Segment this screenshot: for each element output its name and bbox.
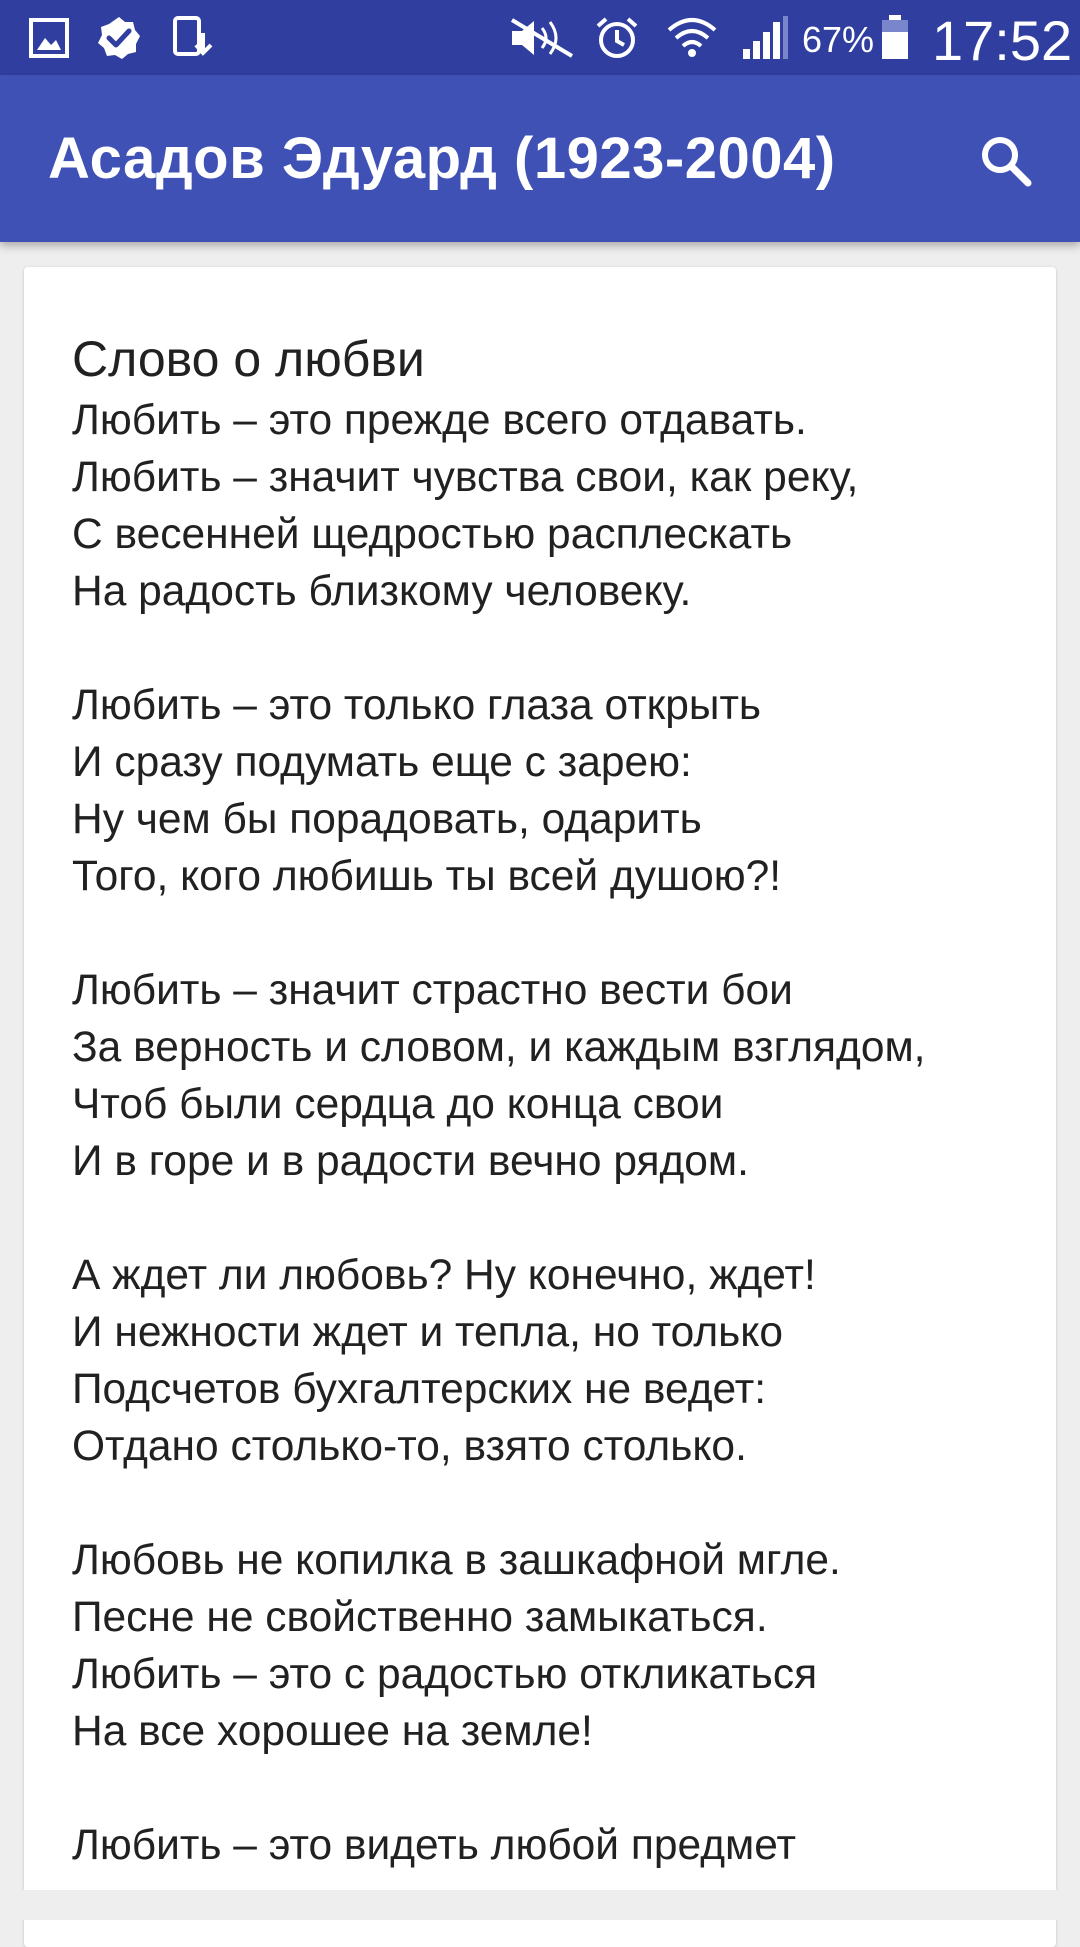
search-button[interactable] (970, 127, 1042, 199)
bottom-strip (0, 1890, 1080, 1920)
status-bar: 67% 17:52 (0, 0, 1080, 75)
app-title: Асадов Эдуард (1923-2004) (48, 126, 836, 191)
signal-icon (738, 14, 790, 62)
status-clock: 17:52 (932, 9, 1073, 72)
mute-icon (505, 14, 581, 62)
check-badge-icon (92, 14, 146, 62)
poem-title: Слово о любви (72, 331, 425, 387)
search-icon (976, 131, 1036, 196)
download-icon (168, 14, 218, 62)
app-bar: Асадов Эдуард (1923-2004) (0, 75, 1080, 242)
alarm-icon (592, 14, 642, 62)
battery-icon (878, 14, 912, 62)
battery-percent: 67% (802, 19, 875, 60)
wifi-icon (664, 14, 720, 62)
poem-card: Слово о любви Любить – это прежде всего … (24, 267, 1056, 1947)
gallery-icon (24, 14, 74, 62)
poem-text: Любить – это прежде всего отдавать. Люби… (72, 397, 926, 1869)
